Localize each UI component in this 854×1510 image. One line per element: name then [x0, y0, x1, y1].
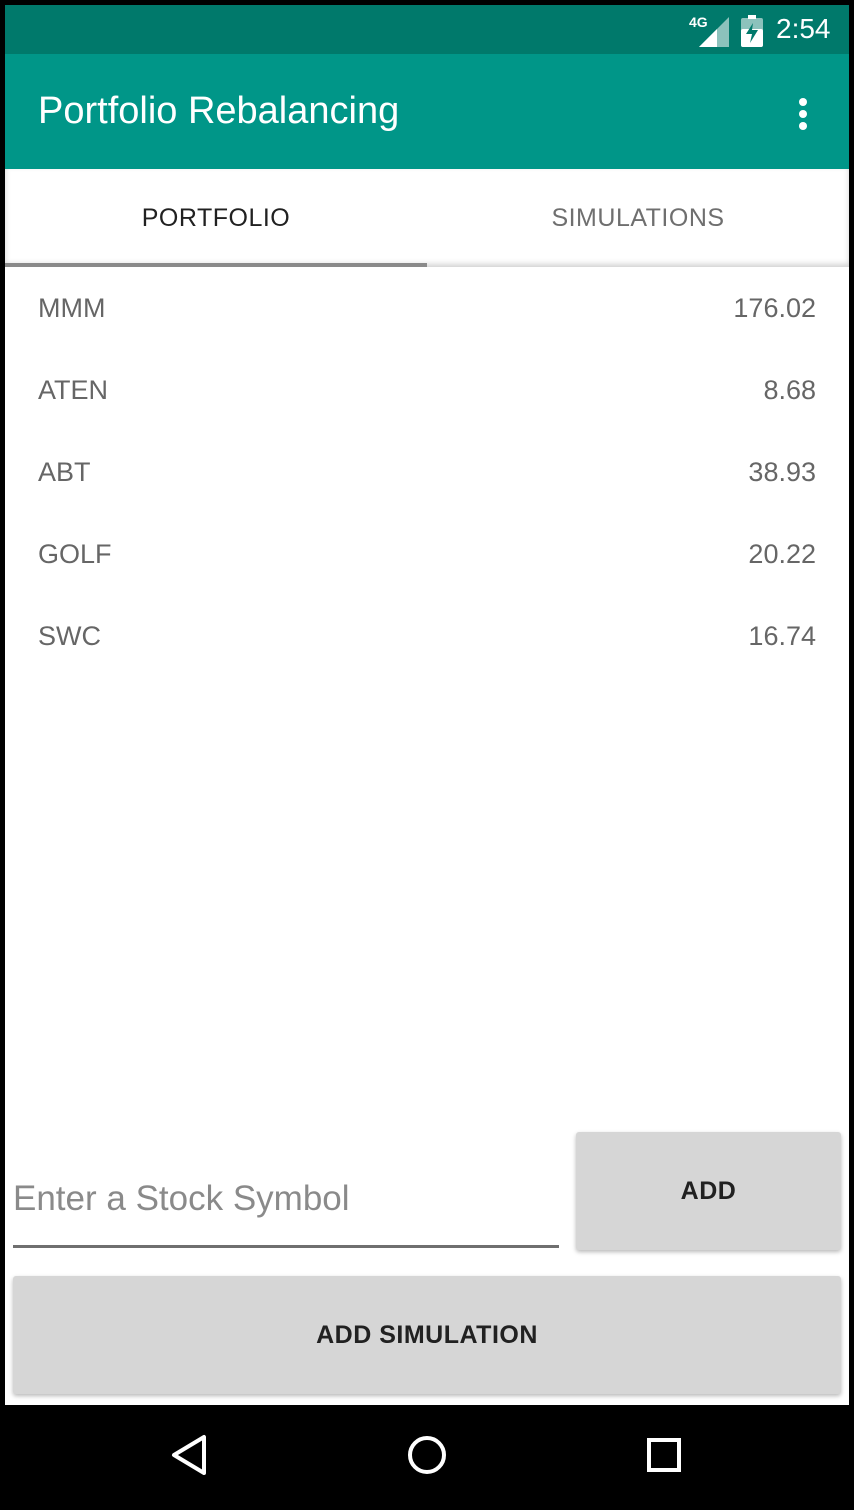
- stock-symbol: GOLF: [38, 539, 112, 569]
- app-title: Portfolio Rebalancing: [38, 90, 400, 132]
- list-item[interactable]: SWC 16.74: [5, 595, 849, 677]
- list-item[interactable]: GOLF 20.22: [5, 513, 849, 595]
- back-icon[interactable]: [160, 1425, 220, 1485]
- home-icon[interactable]: [397, 1425, 457, 1485]
- stock-value: 176.02: [733, 293, 816, 323]
- stock-value: 8.68: [763, 375, 816, 405]
- battery-charging-icon: [741, 15, 763, 47]
- status-clock: 2:54: [776, 13, 831, 44]
- tab-portfolio[interactable]: PORTFOLIO: [5, 169, 427, 267]
- list-item[interactable]: ATEN 8.68: [5, 349, 849, 431]
- stock-value: 38.93: [748, 457, 816, 487]
- stock-symbol: SWC: [38, 621, 101, 651]
- stock-symbol: MMM: [38, 293, 106, 323]
- app-screen: 4G 2:54 Portfolio Rebalancing PORTFOLIO …: [5, 5, 849, 1405]
- signal-icon: [699, 17, 729, 47]
- navigation-bar: [0, 1405, 854, 1510]
- add-button[interactable]: ADD: [576, 1132, 841, 1250]
- stock-symbol: ABT: [38, 457, 91, 487]
- list-item[interactable]: MMM 176.02: [5, 267, 849, 349]
- list-item[interactable]: ABT 38.93: [5, 431, 849, 513]
- status-bar: 4G 2:54: [5, 5, 849, 54]
- stock-symbol-input[interactable]: [13, 1153, 559, 1248]
- recents-icon[interactable]: [634, 1425, 694, 1485]
- add-simulation-button[interactable]: ADD SIMULATION: [13, 1276, 841, 1394]
- stock-value: 16.74: [748, 621, 816, 651]
- stock-symbol: ATEN: [38, 375, 109, 405]
- tab-simulations[interactable]: SIMULATIONS: [427, 169, 849, 267]
- stock-value: 20.22: [748, 539, 816, 569]
- app-bar: Portfolio Rebalancing: [5, 54, 849, 169]
- overflow-menu-icon[interactable]: [785, 92, 821, 132]
- tab-bar: PORTFOLIO SIMULATIONS: [5, 169, 849, 267]
